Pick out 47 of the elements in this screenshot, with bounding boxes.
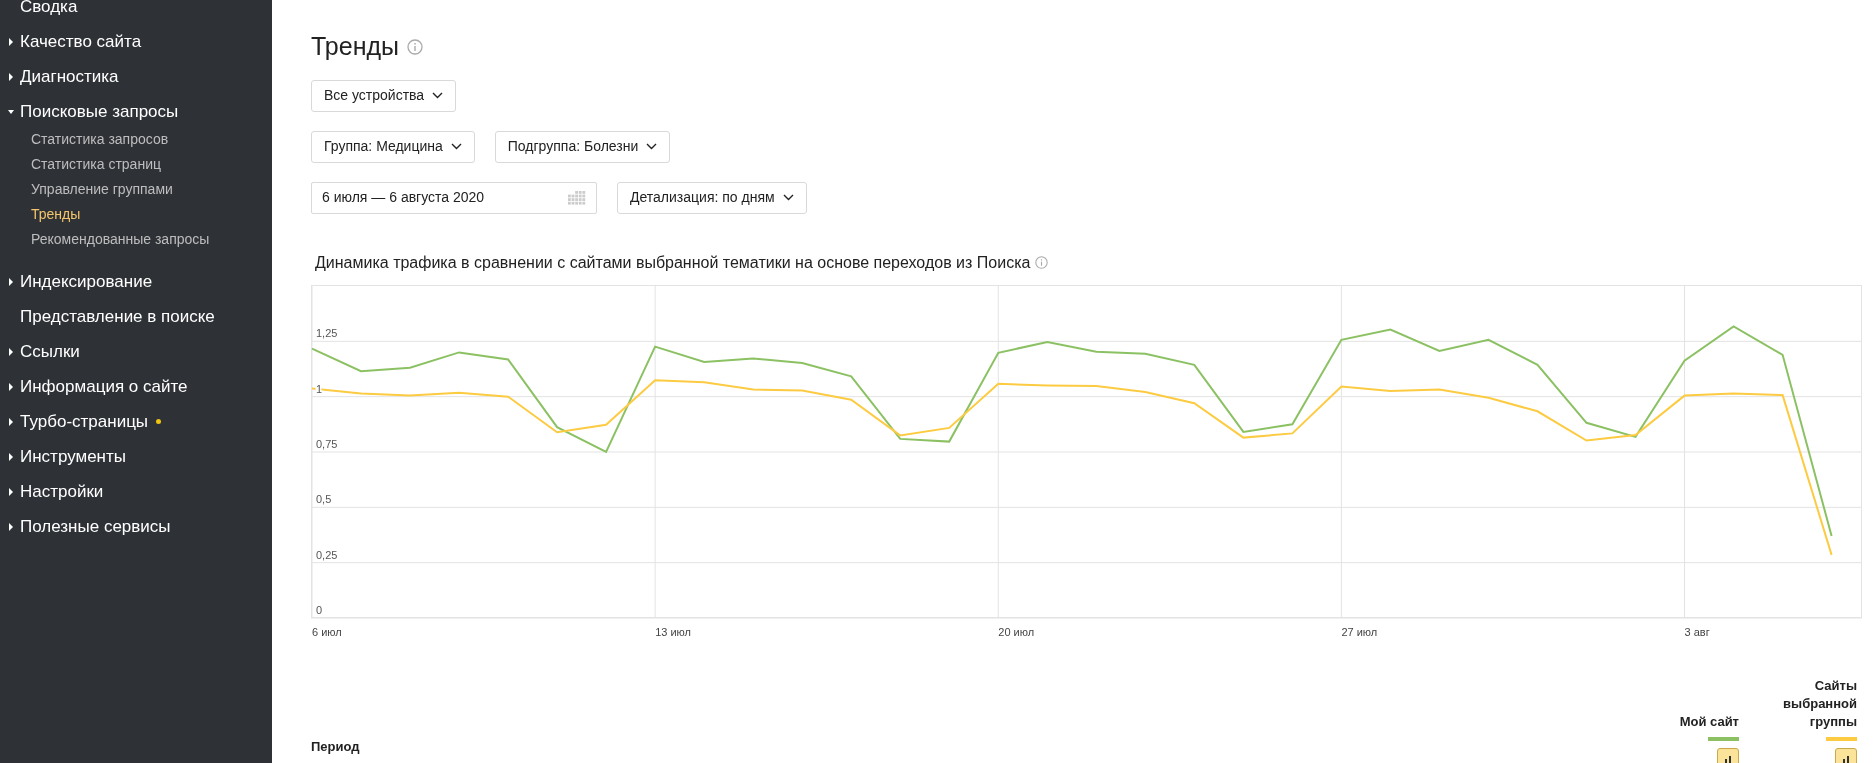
x-axis-label: 6 июл (312, 625, 342, 638)
sidebar-item[interactable]: Информация о сайте (8, 369, 272, 404)
chevron-down-icon (782, 194, 794, 201)
page-title: Тренды (311, 31, 400, 62)
sidebar-subitem[interactable]: Тренды (31, 202, 272, 227)
x-axis-label: 13 июл (655, 625, 691, 638)
y-axis-label: 1,25 (316, 326, 338, 339)
sidebar-item[interactable]: Качество сайта (8, 24, 272, 59)
chevron-down-icon (432, 92, 444, 99)
y-axis-label: 0 (316, 603, 323, 616)
sidebar-subitem[interactable]: Рекомендованные запросы (31, 227, 272, 252)
info-icon (1035, 256, 1049, 269)
subgroup-select[interactable]: Подгруппа: Болезни (494, 130, 671, 163)
chevron-down-icon (450, 143, 462, 150)
x-axis-label: 3 авг (1684, 625, 1710, 638)
sidebar-item[interactable]: Сводка (8, 0, 272, 24)
calendar-icon (568, 190, 586, 205)
sidebar-item[interactable]: Инструменты (8, 439, 272, 474)
x-axis-label: 20 июл (998, 625, 1035, 638)
sidebar-item[interactable]: Поисковые запросы (8, 94, 272, 129)
y-axis-label: 0,25 (316, 548, 338, 561)
column-header: Период (311, 738, 361, 756)
sidebar-item[interactable]: Ссылки (8, 334, 272, 369)
sidebar-item[interactable]: Турбо-страницы (8, 404, 272, 439)
sidebar-item[interactable]: Полезные сервисы (8, 509, 272, 544)
date-range-field[interactable]: 6 июля — 6 августа 2020 (311, 181, 597, 214)
chart-toggle-button[interactable] (1717, 747, 1739, 763)
sidebar-item[interactable]: Представление в поиске (8, 299, 272, 334)
sidebar-subitem[interactable]: Статистика страниц (31, 152, 272, 177)
sidebar-item[interactable]: Диагностика (8, 59, 272, 94)
detail-select[interactable]: Детализация: по дням (617, 181, 807, 214)
sidebar-item[interactable]: Настройки (8, 474, 272, 509)
chart-toggle-button[interactable] (1835, 747, 1857, 763)
sidebar-subitem[interactable]: Статистика запросов (31, 127, 272, 152)
x-axis-label: 27 июл (1341, 625, 1378, 638)
y-axis-label: 0,5 (316, 492, 332, 505)
info-icon (407, 38, 424, 55)
y-axis-label: 1 (316, 382, 323, 395)
sidebar-subitem[interactable]: Управление группами (31, 177, 272, 202)
device-select[interactable]: Все устройства (311, 79, 457, 112)
column-header: Мой сайт (1678, 712, 1739, 731)
chart-title: Динамика трафика в сравнении с сайтами выбранной тематики на основе переходов из Поиска (315, 252, 1031, 273)
sidebar-item[interactable]: Индексирование (8, 264, 272, 299)
column-header: Сайты выбранной группы (1782, 676, 1857, 731)
chevron-down-icon (646, 143, 658, 150)
group-select[interactable]: Группа: Медицина (311, 130, 475, 163)
y-axis-label: 0,75 (316, 437, 338, 450)
